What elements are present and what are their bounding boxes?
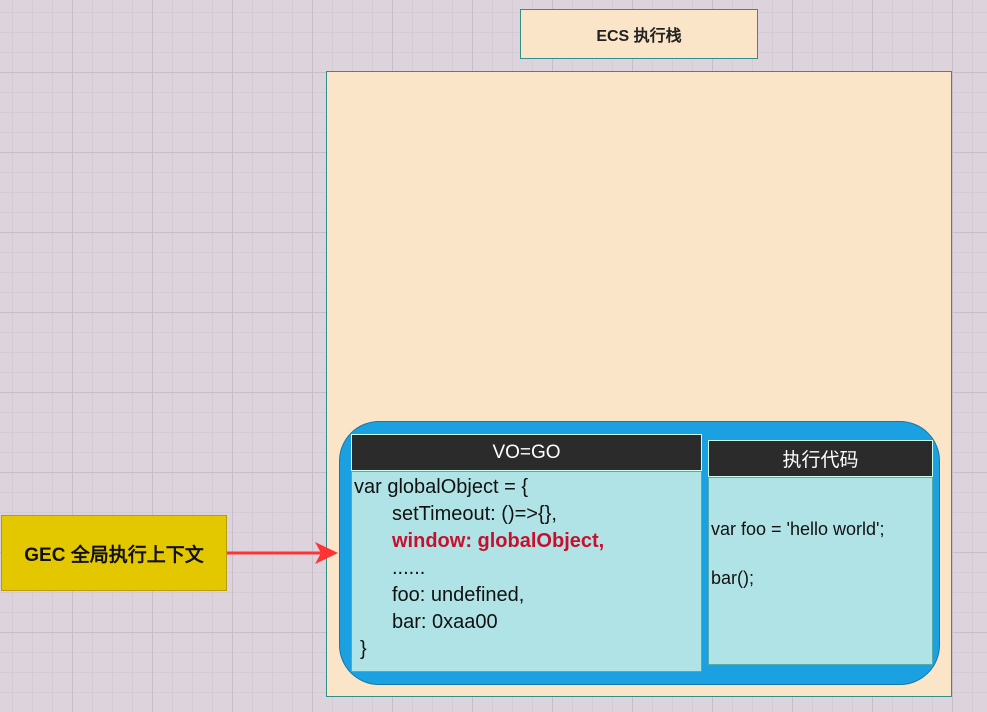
code-line: setTimeout: ()=>{}, <box>392 503 557 525</box>
gec-label: GEC 全局执行上下文 <box>1 515 227 591</box>
code-line-highlight: window: globalObject, <box>392 530 605 552</box>
ecs-stack-title: ECS 执行栈 <box>520 9 758 59</box>
vo-go-body: var globalObject = { setTimeout: ()=>{},… <box>351 471 702 672</box>
code-line: } <box>360 638 367 660</box>
code-line: foo: undefined, <box>392 584 525 606</box>
arrow-connector <box>227 542 338 564</box>
code-line: var globalObject = { <box>354 476 528 498</box>
code-line: bar(); <box>711 568 755 588</box>
code-line: bar: 0xaa00 <box>392 611 498 633</box>
code-line: var foo = 'hello world'; <box>711 519 885 539</box>
exec-code-header: 执行代码 <box>708 440 933 477</box>
exec-code-body: var foo = 'hello world'; bar(); <box>708 477 933 665</box>
code-line: ...... <box>392 557 426 579</box>
vo-go-header: VO=GO <box>351 434 702 471</box>
